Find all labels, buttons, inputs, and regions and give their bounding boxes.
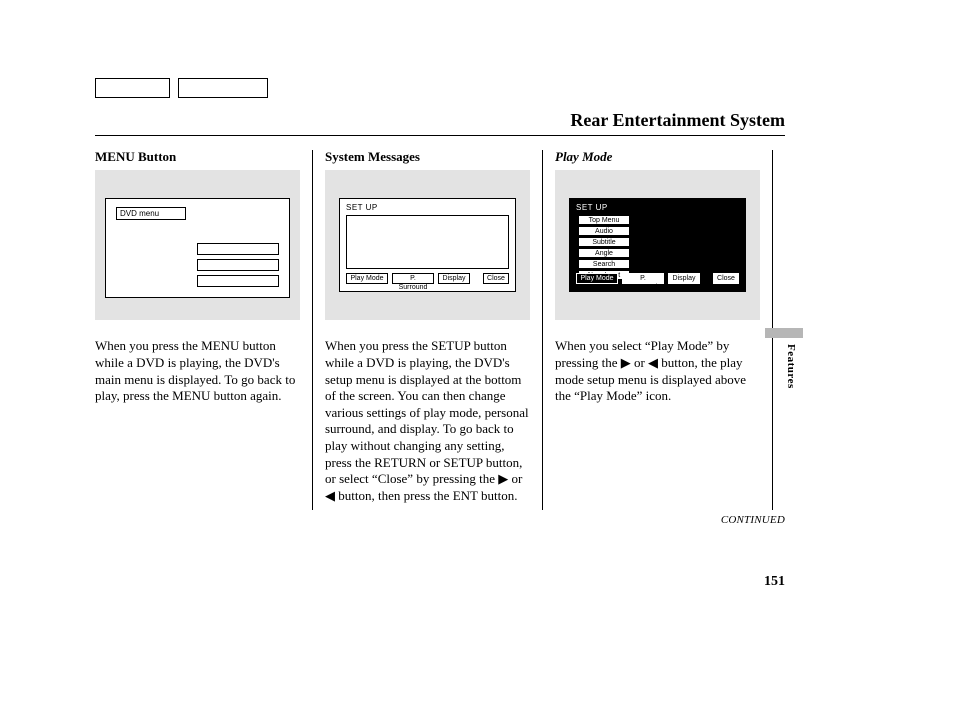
setup-btn-close: Close bbox=[713, 273, 739, 284]
setup-btn-psurround: P. Surround bbox=[392, 273, 434, 284]
setup-dark-screen: SET UP Top Menu Audio Subtitle Angle Sea… bbox=[569, 198, 746, 292]
setup-title: SET UP bbox=[346, 203, 378, 212]
playmode-item: Top Menu bbox=[578, 215, 630, 225]
playmode-item: Search bbox=[578, 259, 630, 269]
figure-dvd-menu: DVD menu bbox=[95, 170, 300, 320]
column-title: System Messages bbox=[325, 150, 530, 164]
playmode-item: Subtitle bbox=[578, 237, 630, 247]
setup-button-row: Play Mode P. Surround Display Close bbox=[576, 273, 739, 285]
dvd-menu-slot bbox=[197, 243, 279, 255]
column-system-messages: System Messages SET UP Play Mode P. Surr… bbox=[325, 150, 543, 510]
header-rule: Rear Entertainment System bbox=[95, 108, 785, 136]
column-body: When you press the MENU button while a D… bbox=[95, 338, 300, 405]
dvd-menu-label: DVD menu bbox=[116, 207, 186, 220]
page-number: 151 bbox=[764, 574, 785, 590]
column-body: When you press the SETUP button while a … bbox=[325, 338, 530, 504]
setup-display-area bbox=[346, 215, 509, 269]
column-title: Play Mode bbox=[555, 150, 760, 164]
columns: MENU Button DVD menu When you press the … bbox=[95, 150, 785, 510]
setup-btn-playmode: Play Mode bbox=[576, 273, 618, 284]
header-tab-1 bbox=[95, 78, 170, 98]
column-title: MENU Button bbox=[95, 150, 300, 164]
column-play-mode: Play Mode SET UP Top Menu Audio Subtitle… bbox=[555, 150, 773, 510]
setup-btn-psurround: P. Surround bbox=[622, 273, 664, 284]
page-title: Rear Entertainment System bbox=[570, 110, 785, 131]
header-tabs bbox=[95, 78, 268, 98]
setup-btn-display: Display bbox=[438, 273, 470, 284]
column-menu-button: MENU Button DVD menu When you press the … bbox=[95, 150, 313, 510]
dvd-menu-slot bbox=[197, 259, 279, 271]
setup-btn-close: Close bbox=[483, 273, 509, 284]
setup-btn-playmode: Play Mode bbox=[346, 273, 388, 284]
continued-label: CONTINUED bbox=[721, 514, 785, 526]
setup-btn-display: Display bbox=[668, 273, 700, 284]
playmode-menu: Top Menu Audio Subtitle Angle Search Num… bbox=[578, 215, 630, 281]
setup-title: SET UP bbox=[576, 203, 608, 212]
dvd-menu-screen: DVD menu bbox=[105, 198, 290, 298]
playmode-item: Angle bbox=[578, 248, 630, 258]
header-tab-2 bbox=[178, 78, 268, 98]
setup-light-screen: SET UP Play Mode P. Surround Display Clo… bbox=[339, 198, 516, 292]
setup-button-row: Play Mode P. Surround Display Close bbox=[346, 273, 509, 285]
dvd-menu-slot bbox=[197, 275, 279, 287]
side-tab-label: Features bbox=[785, 344, 797, 389]
figure-setup-light: SET UP Play Mode P. Surround Display Clo… bbox=[325, 170, 530, 320]
column-body: When you select “Play Mode” by pressing … bbox=[555, 338, 760, 405]
playmode-item: Audio bbox=[578, 226, 630, 236]
figure-setup-dark: SET UP Top Menu Audio Subtitle Angle Sea… bbox=[555, 170, 760, 320]
page: Rear Entertainment System MENU Button DV… bbox=[95, 80, 785, 510]
side-tab-block bbox=[765, 328, 803, 338]
